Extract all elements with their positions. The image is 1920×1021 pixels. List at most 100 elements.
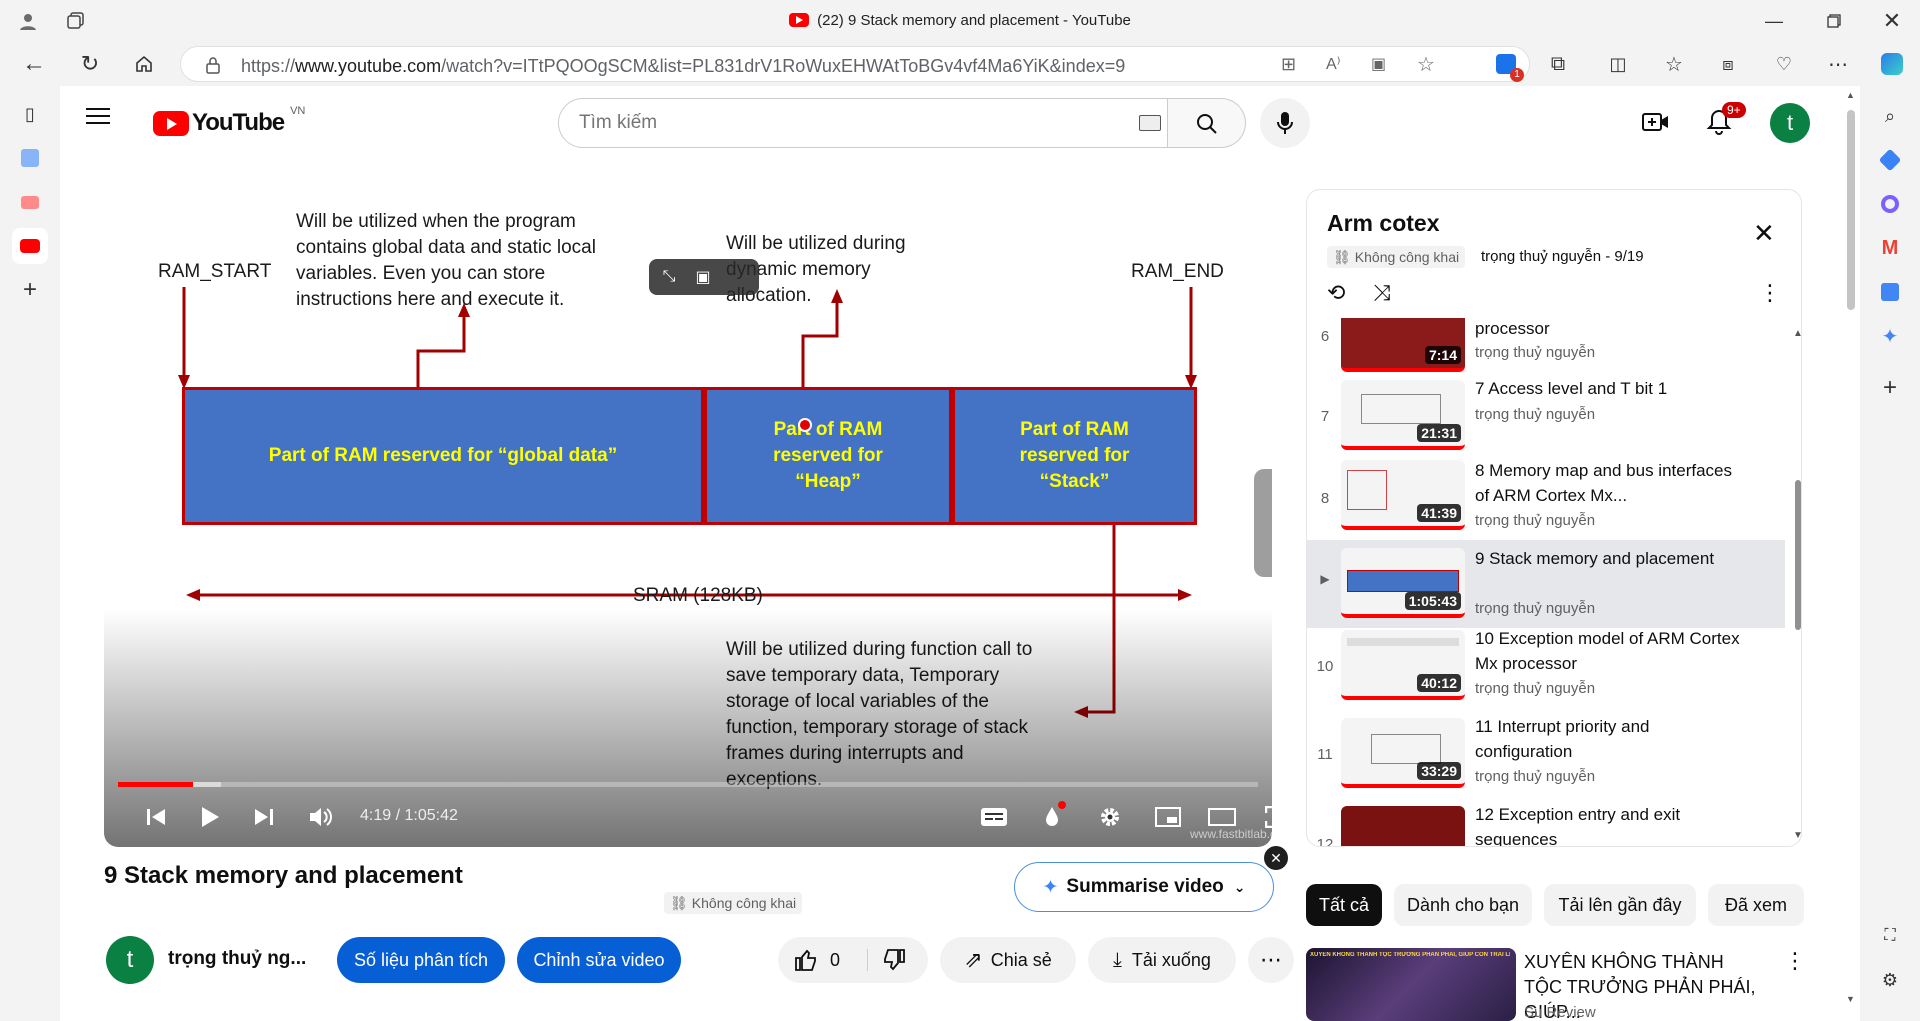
add-sidebar-app-icon[interactable]: +	[1872, 370, 1908, 406]
shopping-icon[interactable]	[1872, 142, 1908, 178]
loop-playlist-icon[interactable]: ⟲	[1327, 280, 1345, 306]
account-avatar[interactable]: t	[1770, 103, 1810, 143]
progress-bar[interactable]	[118, 782, 1258, 787]
apps-icon[interactable]: ⊞	[1281, 54, 1296, 75]
play-button[interactable]	[192, 799, 228, 835]
youtube-tab-icon[interactable]	[12, 184, 48, 220]
extension-icon[interactable]: 1	[1488, 46, 1524, 82]
playlist-item-current[interactable]: ▶ 1:05:43 9 Stack memory and placement t…	[1307, 540, 1785, 628]
chip-watched[interactable]: Đã xem	[1708, 884, 1804, 926]
chip-all[interactable]: Tất cả	[1306, 884, 1382, 926]
close-playlist-icon[interactable]: ✕	[1753, 218, 1775, 249]
chip-for-you[interactable]: Dành cho bạn	[1394, 884, 1532, 926]
playlist-item[interactable]: 11 33:29 11 Interrupt priority and confi…	[1307, 716, 1785, 802]
url-text[interactable]: https://www.youtube.com/watch?v=ITtPQOOg…	[241, 56, 1125, 77]
shuffle-icon[interactable]: ⤨	[1373, 280, 1391, 306]
playlist-scroll-up-icon[interactable]: ▲	[1793, 328, 1801, 339]
recommendation-more-icon[interactable]: ⋮	[1784, 948, 1806, 974]
country-code: VN	[290, 105, 306, 117]
new-tab-icon[interactable]: +	[12, 272, 48, 308]
active-youtube-tab-icon[interactable]	[12, 228, 48, 264]
gemini-icon[interactable]: ✦	[1872, 318, 1908, 354]
close-window-icon[interactable]: ✕	[1874, 3, 1910, 39]
dislike-button[interactable]	[868, 949, 906, 971]
keyboard-icon[interactable]	[1139, 115, 1161, 131]
favorites-icon[interactable]: ☆	[1656, 46, 1692, 82]
app-install-icon[interactable]: ▣	[1371, 54, 1386, 74]
voice-search-button[interactable]	[1260, 98, 1310, 148]
gmail-icon[interactable]: M	[1872, 230, 1908, 266]
summarise-video-button[interactable]: ✦ Summarise video ⌄	[1014, 862, 1274, 912]
copilot-icon[interactable]	[1874, 46, 1910, 82]
refresh-icon[interactable]: ↻	[72, 46, 108, 82]
ai-overlay-icon[interactable]: ▣	[691, 265, 715, 289]
settings-more-icon[interactable]: ⋯	[1820, 46, 1856, 82]
calendar-tab-icon[interactable]	[12, 140, 48, 176]
more-actions-button[interactable]: ⋯	[1248, 937, 1294, 983]
split-screen-icon[interactable]: ◫	[1600, 46, 1636, 82]
microsoft365-icon[interactable]	[1872, 186, 1908, 222]
recommendation-thumbnail[interactable]: XUYÊN KHÔNG THÀNH TỘC TRƯỞNG PHẢN PHÁI, …	[1306, 948, 1516, 1021]
create-video-icon[interactable]	[1642, 110, 1670, 139]
video-overlay-tools[interactable]: ⤡ ▣	[649, 259, 759, 295]
like-button[interactable]: 0	[778, 949, 868, 971]
search-button[interactable]	[1168, 98, 1246, 148]
playlist-more-icon[interactable]: ⋮	[1759, 280, 1781, 306]
analytics-button[interactable]: Số liệu phân tích	[337, 937, 505, 983]
youtube-logo[interactable]: YouTube VN	[153, 105, 305, 137]
channel-avatar[interactable]: t	[106, 936, 154, 984]
search-input[interactable]: Tìm kiếm	[558, 98, 1168, 148]
chip-recent-uploads[interactable]: Tải lên gần đây	[1544, 884, 1696, 926]
browser-essentials-icon[interactable]: ♡	[1766, 46, 1802, 82]
settings-button[interactable]	[1090, 799, 1130, 835]
share-button[interactable]: ⇗ Chia sẻ	[940, 937, 1076, 983]
playlist-item[interactable]: 7 21:31 7 Access level and T bit 1 trọng…	[1307, 379, 1785, 466]
volume-button[interactable]	[302, 799, 338, 835]
minimize-icon[interactable]: —	[1756, 3, 1792, 39]
playlist-item[interactable]: 10 40:12 10 Exception model of ARM Corte…	[1307, 628, 1785, 714]
analytics-label: Số liệu phân tích	[353, 949, 489, 970]
close-summarise-icon[interactable]: ✕	[1264, 846, 1288, 870]
favorite-star-icon[interactable]: ☆	[1417, 52, 1435, 77]
miniplayer-button[interactable]	[1148, 799, 1188, 835]
home-icon[interactable]	[126, 46, 162, 82]
playlist-item[interactable]: 12 12 Exception entry and exit sequences	[1307, 802, 1785, 846]
ambient-mode-button[interactable]	[1032, 799, 1072, 835]
page-scrollbar-thumb[interactable]	[1847, 110, 1855, 310]
tab-actions-icon[interactable]: ▯	[12, 96, 48, 132]
account-avatar-letter: t	[1786, 110, 1794, 135]
read-aloud-icon[interactable]: A⁾	[1326, 54, 1341, 74]
page-scroll-up-icon[interactable]: ▲	[1846, 90, 1855, 100]
playlist-scroll-down-icon[interactable]: ▼	[1793, 830, 1801, 841]
video-player[interactable]: RAM_START RAM_END Will be utilized when …	[104, 189, 1272, 847]
edit-video-button[interactable]: Chỉnh sửa video	[517, 937, 681, 983]
playlist-item[interactable]: 8 41:39 8 Memory map and bus interfaces …	[1307, 460, 1785, 546]
recommendation-channel[interactable]: Su Review	[1524, 1004, 1596, 1021]
page-scrollbar[interactable]: ▲ ▼	[1842, 86, 1860, 1021]
notifications-icon[interactable]: 9+	[1706, 102, 1746, 141]
next-button[interactable]	[246, 799, 282, 835]
chevron-down-icon: ⌄	[1233, 878, 1246, 895]
menu-icon[interactable]	[86, 106, 110, 131]
sidebar-settings-icon[interactable]: ⚙	[1872, 962, 1908, 998]
mini-player-overlay-icon[interactable]: ⤡	[657, 265, 681, 289]
side-panel-handle[interactable]	[1254, 469, 1272, 577]
screenshot-icon[interactable]: ⛶	[1872, 918, 1908, 954]
playlist-item[interactable]: 6 7:14 processor trọng thuỷ nguyễn	[1307, 318, 1785, 380]
back-icon[interactable]: ←	[16, 46, 52, 82]
playlist-item-duration: 21:31	[1417, 424, 1461, 442]
url-bar[interactable]: https://www.youtube.com/watch?v=ITtPQOOg…	[180, 46, 1530, 82]
playlist-scrollbar-thumb[interactable]	[1795, 480, 1801, 630]
page-scroll-down-icon[interactable]: ▼	[1846, 994, 1855, 1004]
playlist-title[interactable]: Arm cotex	[1327, 210, 1439, 237]
previous-button[interactable]	[138, 799, 174, 835]
restore-icon[interactable]	[1816, 3, 1852, 39]
subtitles-button[interactable]	[974, 799, 1014, 835]
lock-icon[interactable]	[205, 56, 221, 79]
translate-icon[interactable]	[1872, 274, 1908, 310]
channel-name[interactable]: trọng thuỷ ng...	[168, 948, 306, 970]
extensions-puzzle-icon[interactable]: ⧉	[1540, 46, 1576, 82]
download-button[interactable]: ⤓ Tải xuống	[1088, 937, 1236, 983]
collections-icon[interactable]: ⧈	[1710, 46, 1746, 82]
search-sidebar-icon[interactable]: ⌕	[1872, 98, 1908, 134]
